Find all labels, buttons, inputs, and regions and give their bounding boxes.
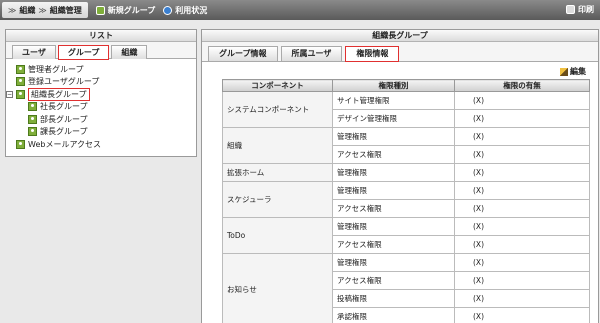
permission-value-cell: (X) (454, 235, 590, 254)
info-icon (163, 5, 173, 15)
permission-value-cell: (X) (454, 217, 590, 236)
tab-users[interactable]: ユーザ (12, 45, 56, 59)
usage-status-button[interactable]: 利用状況 (163, 5, 207, 16)
permission-value-cell: (X) (454, 271, 590, 290)
tree-item-label: Webメールアクセス (28, 139, 102, 149)
group-icon (16, 139, 25, 149)
permission-type-cell: 管理権限 (332, 127, 455, 146)
tree-item-org-head-group[interactable]: − 組織長グループ (6, 87, 196, 101)
list-panel: リスト ユーザ グループ 組織 管理者グループ 登録ユーザグループ − 組織長グ… (5, 29, 197, 157)
usage-status-label: 利用状況 (175, 5, 208, 15)
tab-groups[interactable]: グループ (57, 45, 110, 60)
edit-label: 編集 (570, 67, 586, 76)
group-icon (28, 114, 37, 124)
permission-type-cell: アクセス権限 (332, 145, 455, 164)
breadcrumb-organization-admin[interactable]: 組織管理 (50, 5, 82, 16)
permission-value-cell: (X) (454, 163, 590, 182)
permission-type-cell: 管理権限 (332, 181, 455, 200)
column-header-has-permission: 権限の有無 (454, 79, 590, 92)
table-row: スケジューラ 管理権限 (X) (222, 181, 590, 218)
permission-table: コンポーネント 権限種別 権限の有無 システムコンポーネント サイト管理権限 (X)… (222, 79, 590, 323)
tree-item-department-head-group[interactable]: 部長グループ (16, 113, 196, 126)
group-icon (16, 89, 25, 99)
permission-value-cell: (X) (454, 127, 590, 146)
tab-organizations[interactable]: 組織 (111, 45, 148, 59)
component-cell: システムコンポーネント (222, 91, 333, 128)
printer-icon (566, 5, 575, 14)
print-button[interactable]: 印刷 (566, 4, 594, 15)
list-panel-title: リスト (6, 30, 196, 42)
tree-item-admin-group[interactable]: 管理者グループ (16, 63, 196, 76)
group-tree: 管理者グループ 登録ユーザグループ − 組織長グループ 社長グループ 部長グルー… (6, 59, 196, 151)
component-cell: お知らせ (222, 253, 333, 323)
tree-item-label: 登録ユーザグループ (28, 77, 100, 87)
group-icon (16, 77, 25, 87)
pencil-icon (560, 67, 568, 76)
tree-item-label: 部長グループ (40, 114, 88, 124)
permission-type-cell: アクセス権限 (332, 199, 455, 218)
component-cell: 拡張ホーム (222, 163, 333, 182)
permission-value-cell: (X) (454, 289, 590, 308)
permission-type-cell: アクセス権限 (332, 271, 455, 290)
permission-value-cell: (X) (454, 91, 590, 110)
tree-item-president-group[interactable]: 社長グループ (16, 101, 196, 114)
breadcrumb-separator-icon: ≫ (38, 5, 47, 15)
breadcrumb: ≫ 組織 ≫ 組織管理 (2, 2, 88, 18)
permission-value-cell: (X) (454, 199, 590, 218)
group-icon (28, 102, 37, 112)
permission-value-cell: (X) (454, 253, 590, 272)
group-icon (16, 64, 25, 74)
print-label: 印刷 (578, 5, 594, 14)
tab-permission-info[interactable]: 権限情報 (345, 46, 400, 62)
top-toolbar: ≫ 組織 ≫ 組織管理 新規グループ 利用状況 印刷 (0, 0, 600, 20)
permission-type-cell: アクセス権限 (332, 235, 455, 254)
collapse-icon[interactable]: − (6, 90, 13, 98)
tree-item-registered-users-group[interactable]: 登録ユーザグループ (16, 76, 196, 89)
permission-value-cell: (X) (454, 181, 590, 200)
permission-value-cell: (X) (454, 307, 590, 323)
table-row: システムコンポーネント サイト管理権限 (X) (222, 91, 590, 128)
new-group-button[interactable]: 新規グループ (95, 5, 156, 16)
table-row: 拡張ホーム 管理権限 (X) (222, 163, 590, 182)
new-group-label: 新規グループ (107, 5, 156, 15)
detail-tabs: グループ情報 所属ユーザ 権限情報 (202, 42, 598, 62)
group-icon (28, 127, 37, 137)
permission-value-cell: (X) (454, 109, 590, 128)
permission-type-cell: 管理権限 (332, 163, 455, 182)
tree-item-label: 管理者グループ (28, 64, 84, 74)
tab-group-info[interactable]: グループ情報 (208, 46, 278, 61)
permission-type-cell: 管理権限 (332, 217, 455, 236)
column-header-permission-type: 権限種別 (332, 79, 455, 92)
table-row: お知らせ 管理権限 (X) (222, 253, 590, 323)
column-header-component: コンポーネント (222, 79, 333, 92)
permission-type-cell: 投稿権限 (332, 289, 455, 308)
tree-item-label: 社長グループ (40, 102, 88, 112)
list-tabs: ユーザ グループ 組織 (6, 42, 196, 60)
tree-item-section-head-group[interactable]: 課長グループ (16, 126, 196, 139)
table-header-row: コンポーネント 権限種別 権限の有無 (222, 79, 590, 92)
tab-member-users[interactable]: 所属ユーザ (280, 46, 343, 61)
table-row: 組織 管理権限 (X) (222, 127, 590, 164)
tree-item-label: 組織長グループ (28, 87, 90, 101)
component-cell: ToDo (222, 217, 333, 254)
permission-type-cell: 管理権限 (332, 253, 455, 272)
tree-item-webmail-access[interactable]: Webメールアクセス (16, 138, 196, 151)
permission-value-cell: (X) (454, 145, 590, 164)
permission-table-body: システムコンポーネント サイト管理権限 (X) デザイン管理権限 (X) 組織 管理権限 (X… (222, 91, 590, 323)
detail-panel-title: 組織長グループ (202, 30, 598, 42)
component-cell: スケジューラ (222, 181, 333, 218)
component-cell: 組織 (222, 127, 333, 164)
permission-type-cell: デザイン管理権限 (332, 109, 455, 128)
detail-panel: 組織長グループ グループ情報 所属ユーザ 権限情報 編集 コンポーネント 権限種… (201, 29, 599, 323)
tree-item-label: 課長グループ (40, 127, 88, 137)
permission-type-cell: サイト管理権限 (332, 91, 455, 110)
new-group-icon (95, 5, 105, 15)
breadcrumb-organization[interactable]: 組織 (19, 5, 35, 16)
breadcrumb-separator-icon: ≫ (8, 5, 17, 15)
permission-type-cell: 承認権限 (332, 307, 455, 323)
edit-button[interactable]: 編集 (560, 66, 586, 77)
table-row: ToDo 管理権限 (X) (222, 217, 590, 254)
